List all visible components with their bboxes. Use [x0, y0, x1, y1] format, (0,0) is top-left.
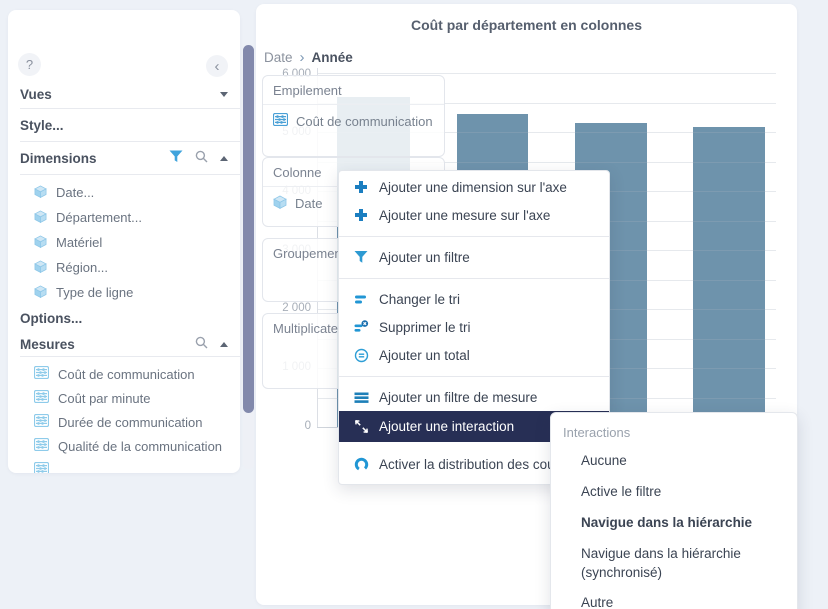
mesures-section-header[interactable]: Mesures	[8, 332, 240, 356]
filter-icon[interactable]	[169, 150, 183, 166]
dimension-cube-icon	[34, 185, 47, 201]
sidebar-item-label: Matériel	[56, 235, 102, 250]
dimensions-section-header[interactable]: Dimensions	[8, 142, 240, 174]
measure-abacus-icon	[34, 390, 49, 406]
menu-item-remove-sort[interactable]: Supprimer le tri	[339, 313, 609, 341]
panel-title: Empilement	[263, 76, 444, 105]
panel-item-label: Coût de communication	[296, 114, 433, 129]
mesures-label: Mesures	[20, 337, 75, 352]
interaction-icon	[353, 419, 369, 435]
sort-remove-icon	[353, 319, 369, 335]
sidebar-scrollbar-track[interactable]	[243, 45, 254, 469]
menu-item-label: Ajouter un filtre de mesure	[379, 390, 537, 405]
sidebar-item-label: Région...	[56, 260, 108, 275]
sidebar-item-date[interactable]: Date...	[8, 180, 240, 205]
menu-item-label: Ajouter un filtre	[379, 250, 470, 265]
submenu-header: Interactions	[551, 419, 797, 446]
sidebar-item-label: Qualité de la communication	[58, 439, 222, 454]
help-icon: ?	[26, 57, 33, 72]
style-button[interactable]: Style...	[8, 109, 240, 141]
total-icon	[353, 347, 369, 363]
measure-abacus-icon	[34, 462, 49, 473]
menu-item-label: Ajouter une interaction	[379, 419, 514, 434]
measure-abacus-icon	[273, 113, 288, 129]
dimension-cube-icon	[34, 260, 47, 276]
dimension-cube-icon	[34, 285, 47, 301]
menu-item-label: Changer le tri	[379, 292, 460, 307]
submenu-item-navigue-hierarchie[interactable]: Navigue dans la hiérarchie	[551, 508, 797, 539]
chart-bar[interactable]	[693, 127, 765, 427]
add-measure-icon	[353, 207, 369, 223]
style-label: Style...	[20, 118, 64, 133]
measure-abacus-icon	[34, 414, 49, 430]
sort-icon	[353, 291, 369, 307]
help-button[interactable]: ?	[18, 53, 41, 76]
dimension-cube-icon	[34, 210, 47, 226]
color-distribution-icon	[353, 456, 369, 472]
options-button[interactable]: Options...	[8, 305, 240, 332]
options-label: Options...	[20, 311, 82, 326]
menu-item-label: Ajouter un total	[379, 348, 470, 363]
menu-separator	[339, 376, 609, 377]
application-window: Coût par département en colonnes Date › …	[0, 0, 828, 609]
menu-item-add-dimension[interactable]: Ajouter une dimension sur l'axe	[339, 173, 609, 201]
sidebar-item-label: Département...	[56, 210, 142, 225]
menu-item-add-total[interactable]: Ajouter un total	[339, 341, 609, 369]
submenu-item-aucune[interactable]: Aucune	[551, 446, 797, 477]
add-dimension-icon	[353, 179, 369, 195]
menu-item-change-sort[interactable]: Changer le tri	[339, 285, 609, 313]
measure-abacus-icon	[34, 366, 49, 382]
settings-sidebar: ? ‹ Vues Style... Dimensions	[8, 10, 240, 473]
sidebar-item-cout-de-communication[interactable]: Coût de communication	[8, 362, 240, 386]
vues-label: Vues	[20, 87, 52, 102]
search-icon[interactable]	[195, 336, 208, 352]
menu-item-label: Ajouter une mesure sur l'axe	[379, 208, 550, 223]
submenu-item-navigue-hierarchie-synchronise[interactable]: Navigue dans la hiérarchie (synchronisé)	[551, 539, 797, 589]
sidebar-item-label: Type de ligne	[56, 285, 133, 300]
sidebar-item-label: Coût de communication	[58, 367, 195, 382]
sidebar-item-duree-de-communication[interactable]: Durée de communication	[8, 410, 240, 434]
menu-separator	[339, 278, 609, 279]
measure-abacus-icon	[34, 438, 49, 454]
chevron-left-icon: ‹	[215, 58, 220, 75]
sidebar-item-qualite-de-la-communication[interactable]: Qualité de la communication	[8, 434, 240, 458]
sidebar-item-region[interactable]: Région...	[8, 255, 240, 280]
panel-item-measure[interactable]: Coût de communication	[263, 105, 444, 137]
menu-item-label: Supprimer le tri	[379, 320, 471, 335]
y-tick-label: 0	[256, 420, 311, 432]
menu-item-add-filter[interactable]: Ajouter un filtre	[339, 243, 609, 271]
chevron-down-icon	[220, 92, 228, 97]
dimensions-label: Dimensions	[20, 151, 97, 166]
measure-filter-icon	[353, 389, 369, 405]
sidebar-item-label: Date...	[56, 185, 94, 200]
menu-item-add-measure-filter[interactable]: Ajouter un filtre de mesure	[339, 383, 609, 411]
collapse-sidebar-button[interactable]: ‹	[206, 55, 228, 77]
menu-separator	[339, 236, 609, 237]
vues-dropdown[interactable]: Vues	[8, 80, 240, 108]
sidebar-item-departement[interactable]: Département...	[8, 205, 240, 230]
chevron-up-icon[interactable]	[220, 156, 228, 161]
sidebar-item-label: Durée de communication	[58, 415, 203, 430]
submenu-item-active-le-filtre[interactable]: Active le filtre	[551, 477, 797, 508]
gridline	[318, 73, 776, 74]
dimension-cube-icon	[34, 235, 47, 251]
menu-item-add-measure[interactable]: Ajouter une mesure sur l'axe	[339, 201, 609, 229]
sidebar-item-type-de-ligne[interactable]: Type de ligne	[8, 280, 240, 305]
panel-empilement: Empilement Coût de communication	[262, 75, 445, 157]
search-icon[interactable]	[195, 150, 208, 166]
dimension-cube-icon	[273, 195, 287, 212]
sidebar-scrollbar-thumb[interactable]	[243, 45, 254, 413]
chevron-up-icon[interactable]	[220, 342, 228, 347]
sidebar-item-cout-par-minute[interactable]: Coût par minute	[8, 386, 240, 410]
sidebar-item-partial[interactable]	[8, 458, 240, 473]
menu-item-label: Ajouter une dimension sur l'axe	[379, 180, 567, 195]
panel-item-label: Date	[295, 196, 322, 211]
filter-icon	[353, 249, 369, 265]
interactions-submenu: Interactions Aucune Active le filtre Nav…	[550, 412, 798, 609]
sidebar-item-label: Coût par minute	[58, 391, 151, 406]
submenu-item-autre[interactable]: Autre	[551, 588, 797, 609]
sidebar-item-materiel[interactable]: Matériel	[8, 230, 240, 255]
